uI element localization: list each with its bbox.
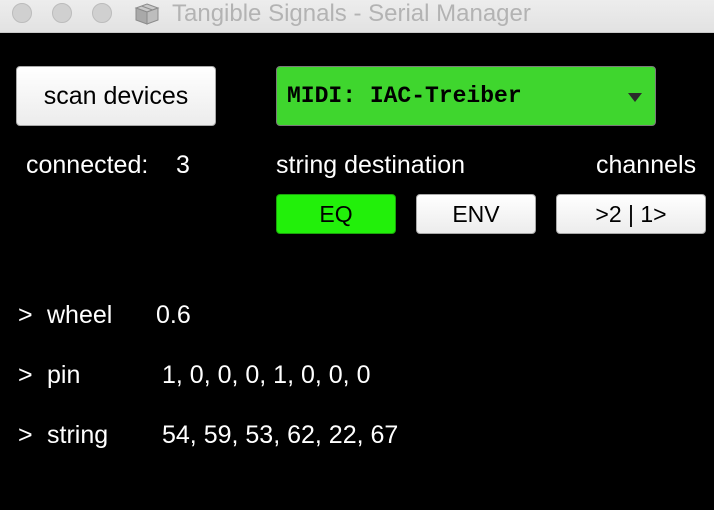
channels-toggle-button[interactable]: >2 | 1>	[556, 194, 706, 234]
signal-value: 54, 59, 53, 62, 22, 67	[162, 421, 399, 449]
midi-destination-select[interactable]: MIDI: IAC-Treiber	[276, 66, 656, 126]
midi-destination-value: MIDI: IAC-Treiber	[287, 83, 522, 109]
connected-count: 3	[176, 151, 190, 179]
title-bar: Tangible Signals - Serial Manager	[0, 0, 714, 33]
signal-name: wheel	[47, 301, 113, 329]
prompt-marker: >	[18, 421, 33, 449]
scan-devices-button[interactable]: scan devices	[16, 66, 216, 126]
signal-name: string	[47, 421, 109, 449]
eq-toggle-button[interactable]: EQ	[276, 194, 396, 234]
string-destination-label: string destination	[276, 151, 466, 179]
minimize-window-button[interactable]	[52, 3, 72, 23]
window-title: Tangible Signals - Serial Manager	[172, 0, 531, 27]
package-icon	[134, 3, 160, 25]
env-toggle-button[interactable]: ENV	[416, 194, 536, 234]
signal-value: 1, 0, 0, 0, 1, 0, 0, 0	[162, 361, 371, 389]
connected-label: connected:	[26, 151, 149, 179]
close-window-button[interactable]	[12, 3, 32, 23]
prompt-marker: >	[18, 361, 33, 389]
zoom-window-button[interactable]	[92, 3, 112, 23]
prompt-marker: >	[18, 301, 33, 329]
channels-label: channels	[596, 151, 697, 179]
chevron-down-icon	[628, 93, 642, 102]
signal-name: pin	[47, 361, 81, 389]
signal-value: 0.6	[156, 301, 191, 329]
